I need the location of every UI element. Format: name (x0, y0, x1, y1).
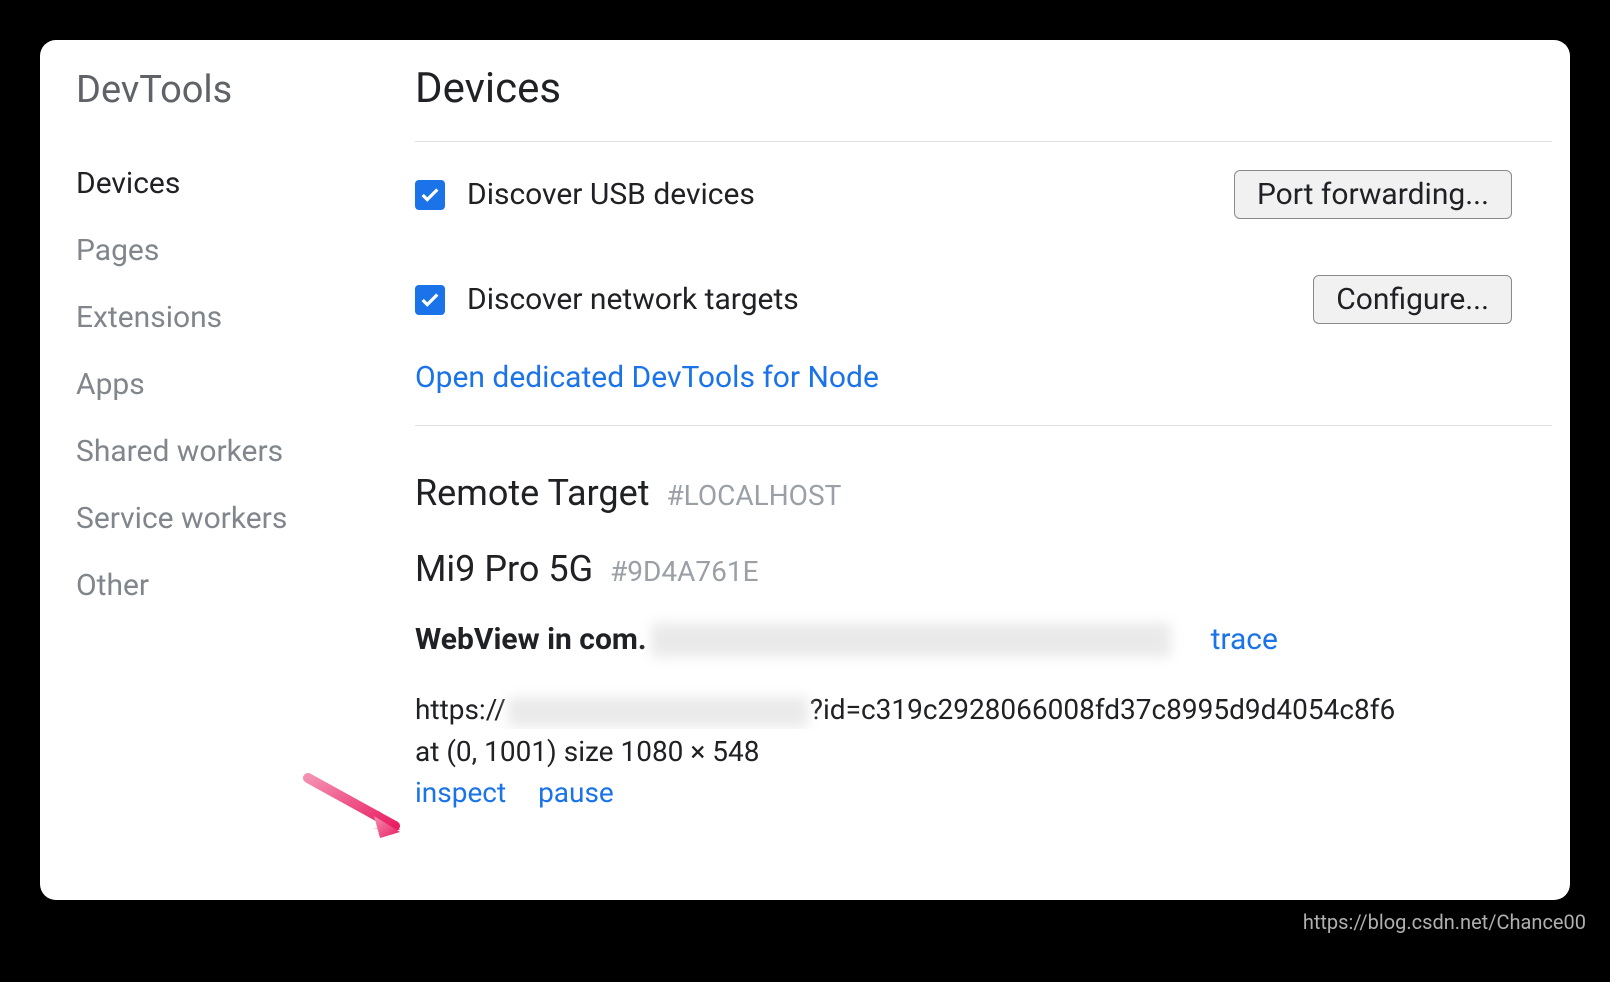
usb-label: Discover USB devices (467, 177, 755, 212)
devtools-panel: DevTools Devices Pages Extensions Apps S… (40, 40, 1570, 900)
sidebar-item-apps[interactable]: Apps (76, 351, 355, 418)
sidebar-item-devices[interactable]: Devices (76, 150, 355, 217)
watermark: https://blog.csdn.net/Chance00 (1303, 910, 1586, 934)
sidebar-title: DevTools (76, 68, 355, 112)
remote-target-title: Remote Target (415, 472, 650, 514)
sidebar-item-service-workers[interactable]: Service workers (76, 485, 355, 552)
sidebar-item-shared-workers[interactable]: Shared workers (76, 418, 355, 485)
url-row: https:// ?id=c319c2928066008fd37c8995d9d4… (415, 665, 1552, 729)
usb-checkbox[interactable] (415, 180, 445, 210)
trace-link[interactable]: trace (1211, 622, 1278, 657)
configure-button[interactable]: Configure... (1313, 275, 1512, 324)
redacted-package (651, 623, 1171, 657)
inspect-link[interactable]: inspect (415, 776, 506, 809)
page-title: Devices (415, 64, 1552, 113)
url-prefix: https:// (415, 693, 506, 726)
option-usb-row: Discover USB devices Port forwarding... (415, 142, 1552, 247)
dimensions-row: at (0, 1001) size 1080 × 548 (415, 729, 1552, 770)
option-network-row: Discover network targets Configure... (415, 247, 1552, 352)
sidebar-item-extensions[interactable]: Extensions (76, 284, 355, 351)
network-checkbox[interactable] (415, 285, 445, 315)
device-heading: Mi9 Pro 5G #9D4A761E (415, 526, 1552, 612)
sidebar: DevTools Devices Pages Extensions Apps S… (40, 40, 355, 900)
url-suffix: ?id=c319c2928066008fd37c8995d9d4054c8f6 (810, 693, 1395, 726)
remote-target-hash: #LOCALHOST (666, 479, 841, 512)
redacted-host (508, 697, 808, 727)
remote-target-heading: Remote Target #LOCALHOST (415, 426, 1552, 526)
port-forwarding-button[interactable]: Port forwarding... (1234, 170, 1512, 219)
check-icon (419, 289, 441, 311)
pause-link[interactable]: pause (538, 776, 614, 809)
network-label: Discover network targets (467, 282, 799, 317)
webview-row: WebView in com. trace (415, 612, 1552, 665)
open-node-devtools-link[interactable]: Open dedicated DevTools for Node (415, 352, 1552, 425)
webview-label: WebView in com. (415, 622, 647, 657)
main-content: Devices Discover USB devices Port forwar… (355, 40, 1570, 900)
device-name-text: Mi9 Pro 5G (415, 548, 593, 590)
check-icon (419, 184, 441, 206)
device-hash: #9D4A761E (610, 555, 758, 588)
sidebar-item-pages[interactable]: Pages (76, 217, 355, 284)
action-row: inspect pause (415, 770, 1552, 809)
sidebar-item-other[interactable]: Other (76, 552, 355, 619)
